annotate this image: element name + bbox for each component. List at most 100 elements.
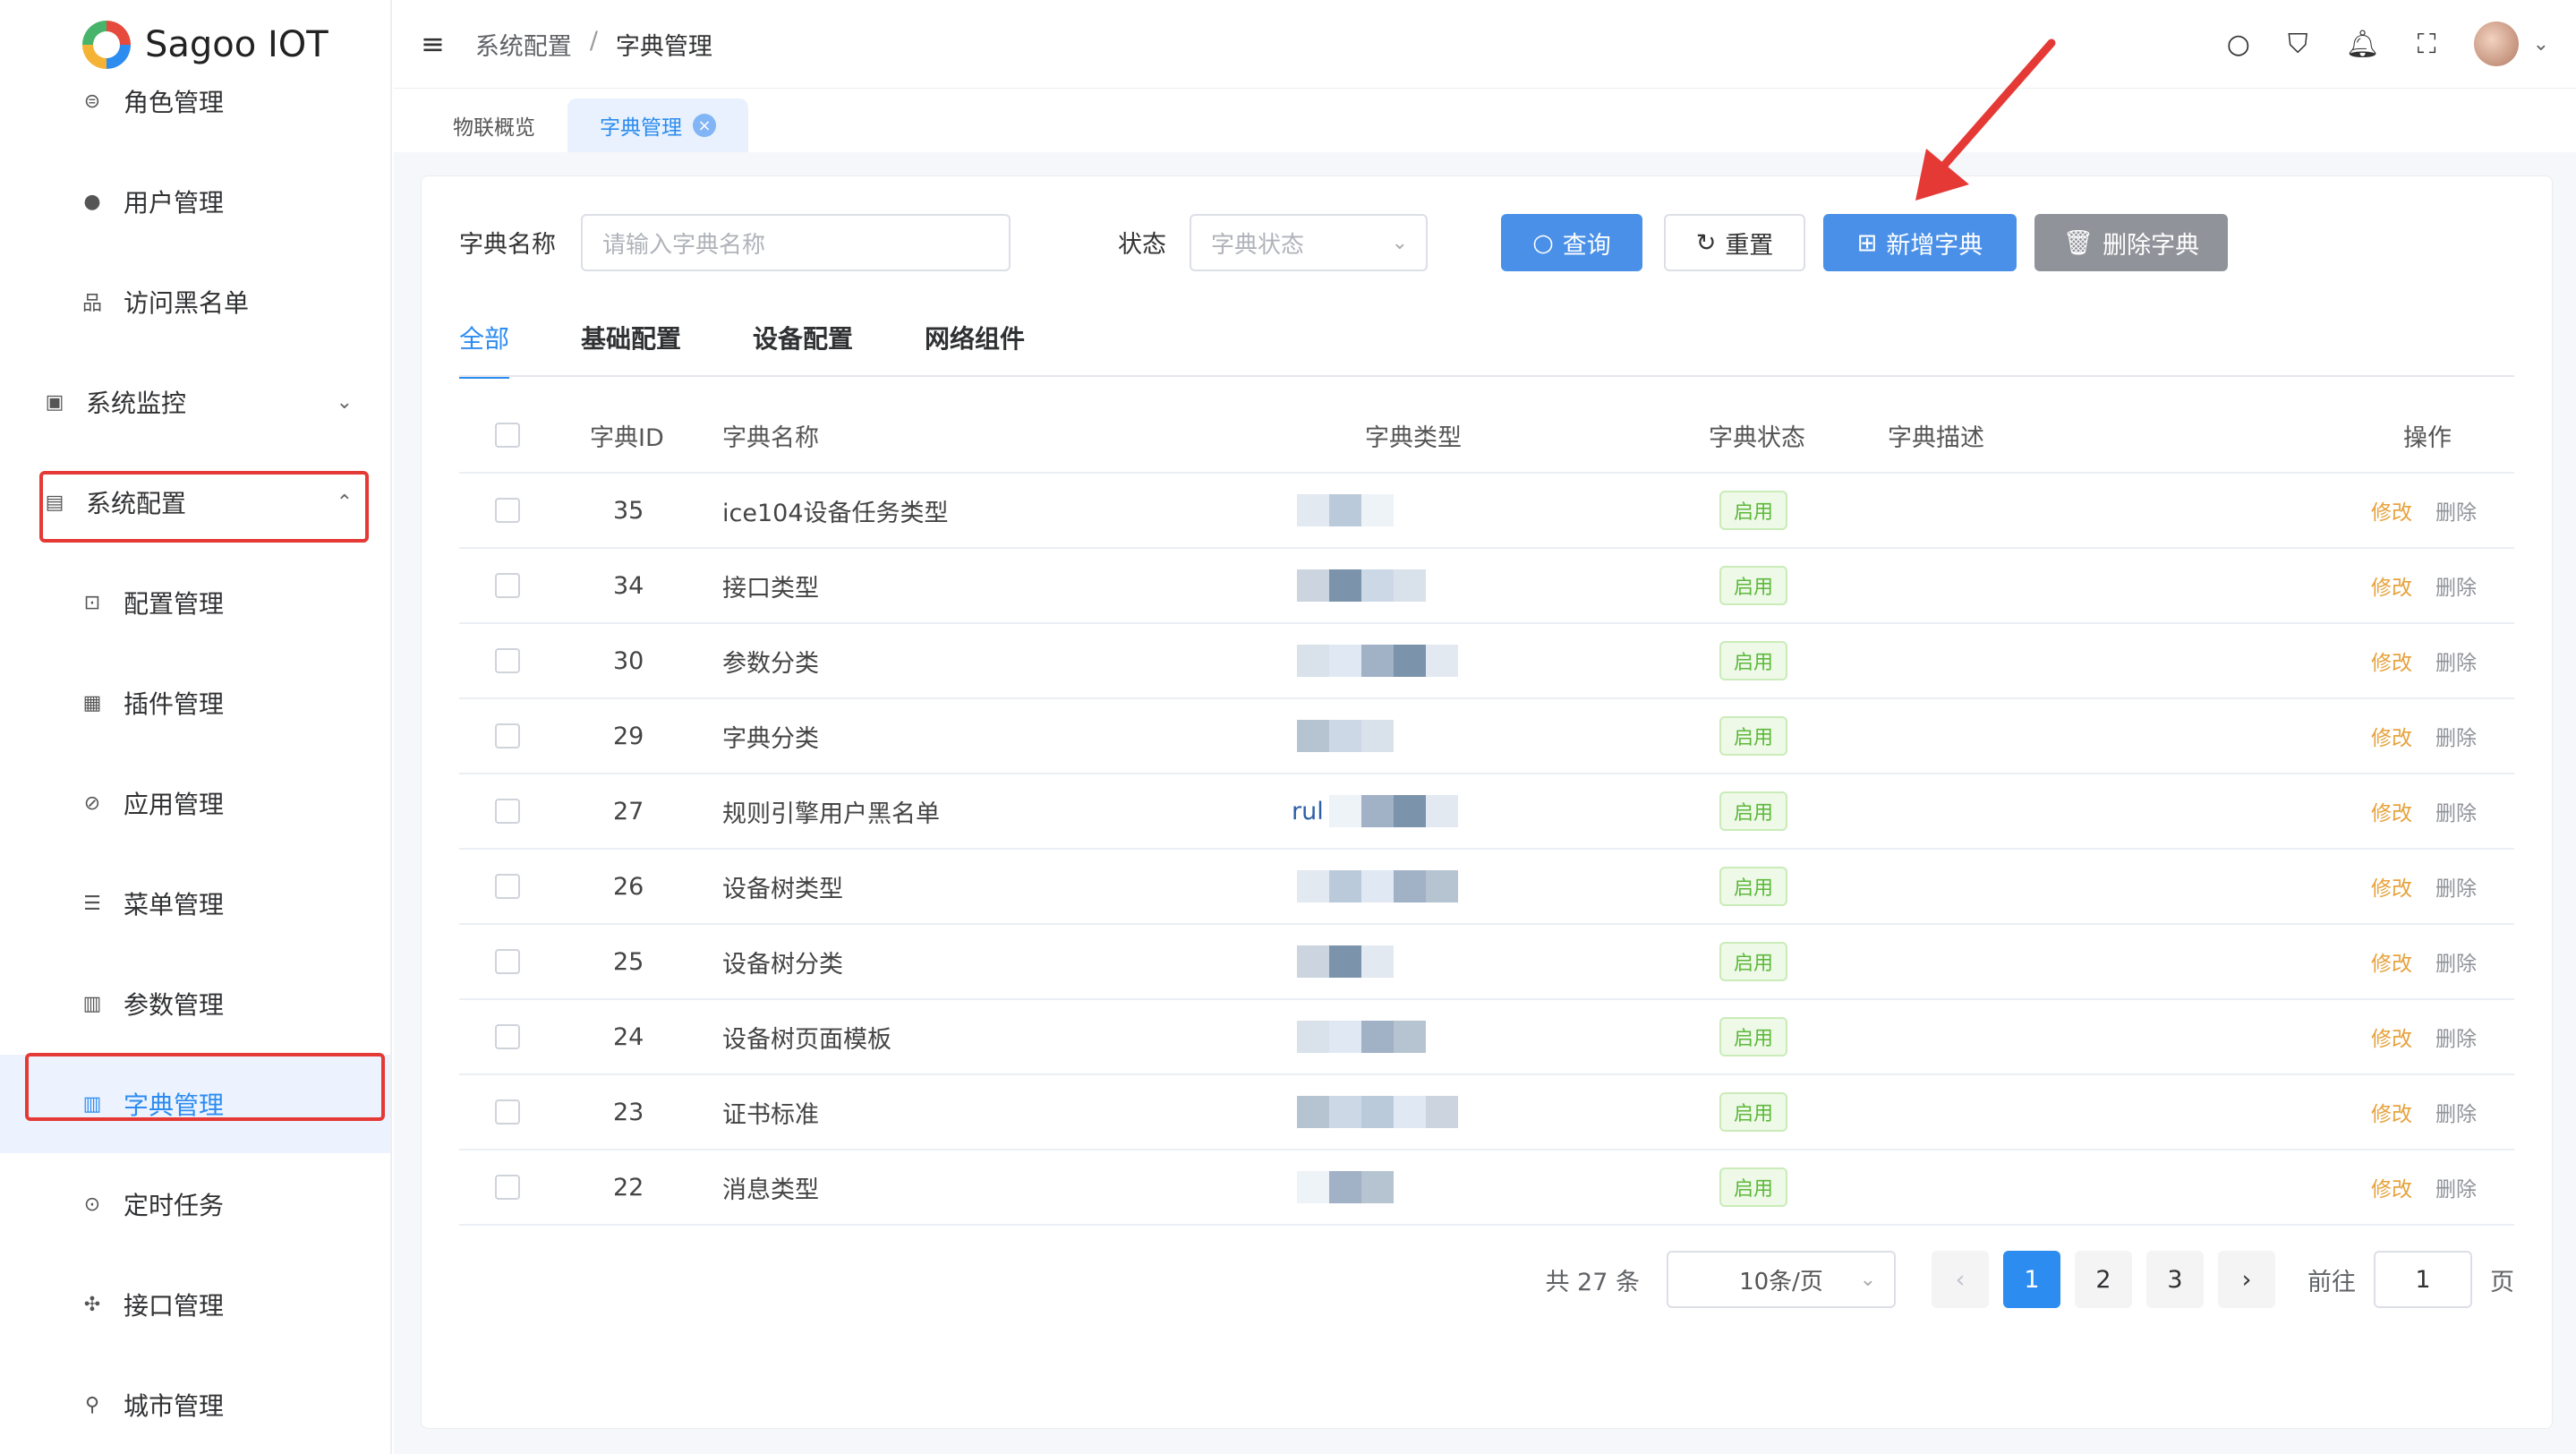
edit-link[interactable]: 修改 xyxy=(2371,946,2412,977)
edit-link[interactable]: 修改 xyxy=(2371,570,2412,601)
delete-link[interactable]: 删除 xyxy=(2435,1097,2477,1127)
dict-name-input[interactable]: 请输入字典名称 xyxy=(581,214,1011,271)
row-checkbox[interactable] xyxy=(495,925,520,998)
row-checkbox[interactable] xyxy=(495,850,520,923)
column-header-desc[interactable]: 字典描述 xyxy=(1888,398,1984,472)
row-checkbox[interactable] xyxy=(495,1000,520,1073)
blur-block xyxy=(1297,645,1329,677)
cell-type xyxy=(1292,850,1458,923)
row-checkbox[interactable] xyxy=(495,1150,520,1224)
row-checkbox[interactable] xyxy=(495,774,520,848)
fullscreen-icon[interactable]: ⛶ xyxy=(2418,29,2436,60)
delete-link[interactable]: 删除 xyxy=(2435,495,2477,526)
table-row[interactable]: 24 设备树页面模板 启用 修改 删除 xyxy=(459,1000,2514,1075)
sidebar-item-system-monitor[interactable]: ▣ 系统监控 ⌄ xyxy=(0,353,390,451)
sidebar-item-users[interactable]: ● 用户管理 xyxy=(0,152,390,251)
sidebar-item-menus[interactable]: ☰ 菜单管理 xyxy=(0,854,390,953)
row-checkbox[interactable] xyxy=(495,1075,520,1149)
prev-page-button[interactable]: ‹ xyxy=(1932,1251,1989,1308)
edit-link[interactable]: 修改 xyxy=(2371,796,2412,826)
edit-link[interactable]: 修改 xyxy=(2371,646,2412,676)
table-row[interactable]: 30 参数分类 启用 修改 删除 xyxy=(459,624,2514,699)
edit-link[interactable]: 修改 xyxy=(2371,495,2412,526)
cell-id: 25 xyxy=(613,947,644,976)
select-all-checkbox[interactable] xyxy=(495,398,520,472)
delete-dictionary-button[interactable]: 🗑︎ 删除字典 xyxy=(2034,214,2228,271)
status-select[interactable]: 字典状态 ⌄ xyxy=(1190,214,1428,271)
sidebar-item-blacklist[interactable]: 品 访问黑名单 xyxy=(0,252,390,351)
delete-link[interactable]: 删除 xyxy=(2435,871,2477,902)
column-header-status[interactable]: 字典状态 xyxy=(1709,398,1805,472)
edit-link[interactable]: 修改 xyxy=(2371,1022,2412,1052)
blur-block xyxy=(1329,945,1361,978)
sidebar-item-roles[interactable]: ⊜ 角色管理 xyxy=(0,52,390,150)
user-menu[interactable]: ⌄ xyxy=(2473,21,2549,66)
tab-basic-config[interactable]: 基础配置 xyxy=(581,320,681,379)
table-row[interactable]: 27 规则引擎用户黑名单 rul 启用 修改 删除 xyxy=(459,774,2514,850)
sidebar-item-timers[interactable]: ⊙ 定时任务 xyxy=(0,1155,390,1253)
blur-block xyxy=(1329,1096,1361,1128)
delete-link[interactable]: 删除 xyxy=(2435,796,2477,826)
sidebar-item-apps[interactable]: ⊘ 应用管理 xyxy=(0,754,390,852)
table-row[interactable]: 26 设备树类型 启用 修改 删除 xyxy=(459,850,2514,925)
status-badge: 启用 xyxy=(1719,1092,1788,1132)
edit-link[interactable]: 修改 xyxy=(2371,721,2412,751)
tab-device-config[interactable]: 设备配置 xyxy=(753,320,853,379)
sidebar-item-label: 访问黑名单 xyxy=(124,288,250,318)
page-button-2[interactable]: 2 xyxy=(2075,1251,2132,1308)
reset-button[interactable]: ↻ 重置 xyxy=(1664,214,1805,271)
table-row[interactable]: 29 字典分类 启用 修改 删除 xyxy=(459,699,2514,774)
delete-link[interactable]: 删除 xyxy=(2435,646,2477,676)
cell-id: 24 xyxy=(613,1022,644,1051)
table-row[interactable]: 22 消息类型 启用 修改 删除 xyxy=(459,1150,2514,1226)
sidebar-item-plugins[interactable]: ▦ 插件管理 xyxy=(0,654,390,752)
sidebar-item-config-manage[interactable]: ⊡ 配置管理 xyxy=(0,553,390,652)
table-body: 35 ice104设备任务类型 启用 修改 删除 34 接口类型 启用 修改 删除 30 参数分类 启用… xyxy=(459,474,2514,1226)
table-header: 字典ID 字典名称 字典类型 字典状态 字典描述 操作 xyxy=(459,398,2514,474)
breadcrumb-item[interactable]: 系统配置 xyxy=(475,27,572,62)
page-size-select[interactable]: 10条/页 ⌄ xyxy=(1667,1251,1896,1308)
page-button-1[interactable]: 1 xyxy=(2003,1251,2060,1308)
avatar[interactable] xyxy=(2473,21,2519,66)
delete-link[interactable]: 删除 xyxy=(2435,1022,2477,1052)
goto-page-input[interactable]: 1 xyxy=(2374,1251,2472,1308)
sidebar-item-apis[interactable]: ✣ 接口管理 xyxy=(0,1255,390,1354)
edit-link[interactable]: 修改 xyxy=(2371,871,2412,902)
row-checkbox[interactable] xyxy=(495,699,520,773)
close-icon[interactable]: × xyxy=(693,114,716,137)
menu-toggle-icon[interactable]: ≡ xyxy=(421,27,445,61)
redacted-type-blur xyxy=(1297,870,1458,902)
column-header-type[interactable]: 字典类型 xyxy=(1365,398,1462,472)
column-header-id[interactable]: 字典ID xyxy=(590,398,664,472)
tab-iot-overview[interactable]: 物联概览 xyxy=(421,98,567,152)
table-row[interactable]: 35 ice104设备任务类型 启用 修改 删除 xyxy=(459,474,2514,549)
table-row[interactable]: 23 证书标准 启用 修改 删除 xyxy=(459,1075,2514,1150)
tab-network-components[interactable]: 网络组件 xyxy=(925,320,1025,379)
header-actions: ○ ⛉ 🔔︎ ⛶ ⌄ xyxy=(2227,21,2549,66)
bell-icon[interactable]: 🔔︎ xyxy=(2345,29,2379,60)
delete-link[interactable]: 删除 xyxy=(2435,721,2477,751)
next-page-button[interactable]: › xyxy=(2218,1251,2275,1308)
delete-link[interactable]: 删除 xyxy=(2435,946,2477,977)
edit-link[interactable]: 修改 xyxy=(2371,1097,2412,1127)
sidebar-item-params[interactable]: ▥ 参数管理 xyxy=(0,954,390,1053)
table-row[interactable]: 34 接口类型 启用 修改 删除 xyxy=(459,549,2514,624)
tab-dictionary[interactable]: 字典管理 × xyxy=(567,98,748,152)
tab-all[interactable]: 全部 xyxy=(459,320,510,379)
edit-link[interactable]: 修改 xyxy=(2371,1172,2412,1202)
theme-shirt-icon[interactable]: ⛉ xyxy=(2288,29,2308,60)
table-row[interactable]: 25 设备树分类 启用 修改 删除 xyxy=(459,925,2514,1000)
delete-link[interactable]: 删除 xyxy=(2435,1172,2477,1202)
row-checkbox[interactable] xyxy=(495,549,520,622)
param-icon: ▥ xyxy=(82,992,102,1015)
column-header-name[interactable]: 字典名称 xyxy=(722,398,819,472)
add-dictionary-button[interactable]: ⊞ 新增字典 xyxy=(1823,214,2017,271)
page-button-3[interactable]: 3 xyxy=(2146,1251,2204,1308)
search-icon[interactable]: ○ xyxy=(2227,29,2250,60)
sidebar-item-cities[interactable]: ⚲ 城市管理 xyxy=(0,1356,390,1454)
blur-block xyxy=(1329,1171,1361,1203)
delete-link[interactable]: 删除 xyxy=(2435,570,2477,601)
row-checkbox[interactable] xyxy=(495,474,520,547)
row-checkbox[interactable] xyxy=(495,624,520,697)
query-button[interactable]: ○ 查询 xyxy=(1501,214,1642,271)
